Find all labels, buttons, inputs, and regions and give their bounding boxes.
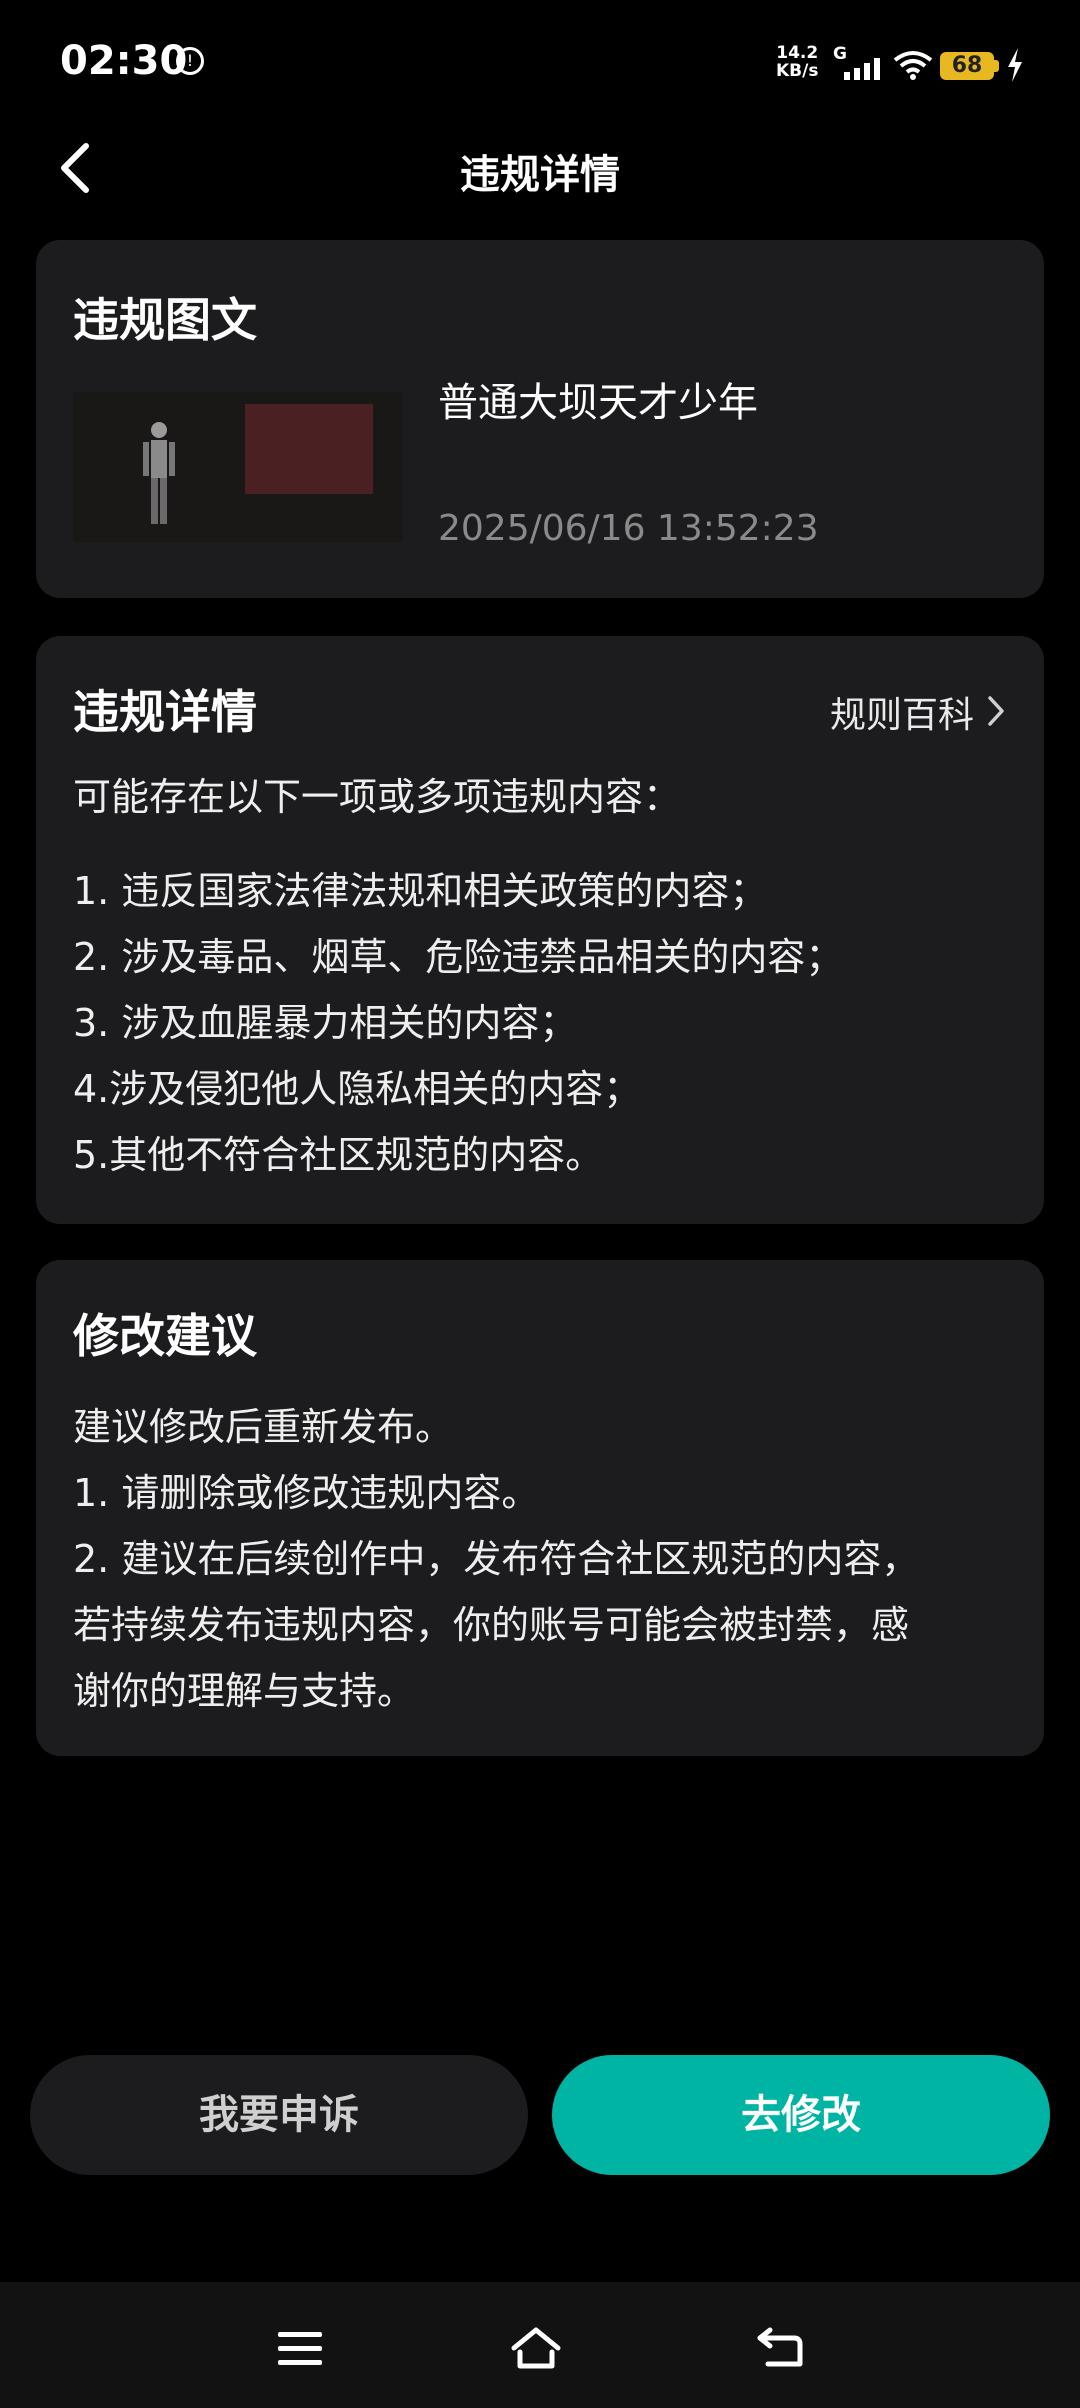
violation-details-card: 违规详情 规则百科 可能存在以下一项或多项违规内容： 1. 违反国家法律法规和相… — [36, 636, 1044, 1224]
post-title: 普通大坝天才少年 — [438, 380, 758, 426]
list-item: 3. 涉及血腥暴力相关的内容； — [73, 1001, 578, 1045]
appeal-button[interactable]: 我要申诉 — [30, 2055, 528, 2175]
content-card[interactable]: 违规图文 普通大坝天才少年 2025/06/16 13:52:23 — [36, 240, 1044, 598]
network-speed-value: 14.2 — [776, 43, 819, 63]
wifi-icon — [893, 51, 933, 80]
page-title: 违规详情 — [460, 152, 620, 198]
game-ui-panel — [245, 404, 373, 494]
violation-list: 1. 违反国家法律法规和相关政策的内容； 2. 涉及毒品、烟草、危险违禁品相关的… — [73, 858, 843, 1188]
advice-line: 若持续发布违规内容，你的账号可能会被封禁，感 — [73, 1603, 910, 1647]
notification-icon: ! — [176, 47, 204, 75]
back-icon[interactable] — [754, 2326, 806, 2370]
cellular-signal-icon — [844, 58, 880, 80]
advice-card: 修改建议 建议修改后重新发布。 1. 请删除或修改违规内容。 2. 建议在后续创… — [36, 1260, 1044, 1756]
charging-icon — [1008, 48, 1022, 82]
status-time: 02:30 — [60, 38, 188, 84]
advice-line: 谢你的理解与支持。 — [73, 1669, 416, 1713]
list-item: 4.涉及侵犯他人隐私相关的内容； — [73, 1067, 642, 1111]
character-figure-icon — [143, 422, 175, 524]
advice-line: 2. 建议在后续创作中，发布符合社区规范的内容， — [73, 1537, 920, 1581]
violation-details-heading: 违规详情 — [73, 685, 257, 739]
content-card-heading: 违规图文 — [73, 293, 257, 347]
advice-line: 建议修改后重新发布。 — [73, 1405, 454, 1449]
list-item: 5.其他不符合社区规范的内容。 — [73, 1133, 604, 1177]
advice-text: 建议修改后重新发布。 1. 请删除或修改违规内容。 2. 建议在后续创作中，发布… — [73, 1394, 1013, 1724]
post-thumbnail[interactable] — [73, 392, 403, 542]
network-speed-unit: KB/s — [776, 61, 819, 81]
status-bar: 02:30 ! 14.2 KB/s G 68 — [0, 0, 1080, 130]
post-timestamp: 2025/06/16 13:52:23 — [438, 508, 819, 549]
list-item: 1. 违反国家法律法规和相关政策的内容； — [73, 869, 768, 913]
battery-tip — [994, 60, 999, 72]
chevron-right-icon[interactable] — [986, 694, 1006, 728]
violation-intro: 可能存在以下一项或多项违规内容： — [73, 775, 682, 819]
list-item: 2. 涉及毒品、烟草、危险违禁品相关的内容； — [73, 935, 844, 979]
rules-encyclopedia-link[interactable]: 规则百科 — [830, 686, 974, 738]
home-icon[interactable] — [510, 2326, 562, 2370]
advice-heading: 修改建议 — [73, 1309, 257, 1363]
network-speed: 14.2 KB/s — [776, 44, 818, 80]
menu-icon[interactable] — [274, 2326, 326, 2370]
advice-line: 1. 请删除或修改违规内容。 — [73, 1471, 540, 1515]
battery-icon: 68 — [940, 52, 994, 80]
edit-button[interactable]: 去修改 — [552, 2055, 1050, 2175]
